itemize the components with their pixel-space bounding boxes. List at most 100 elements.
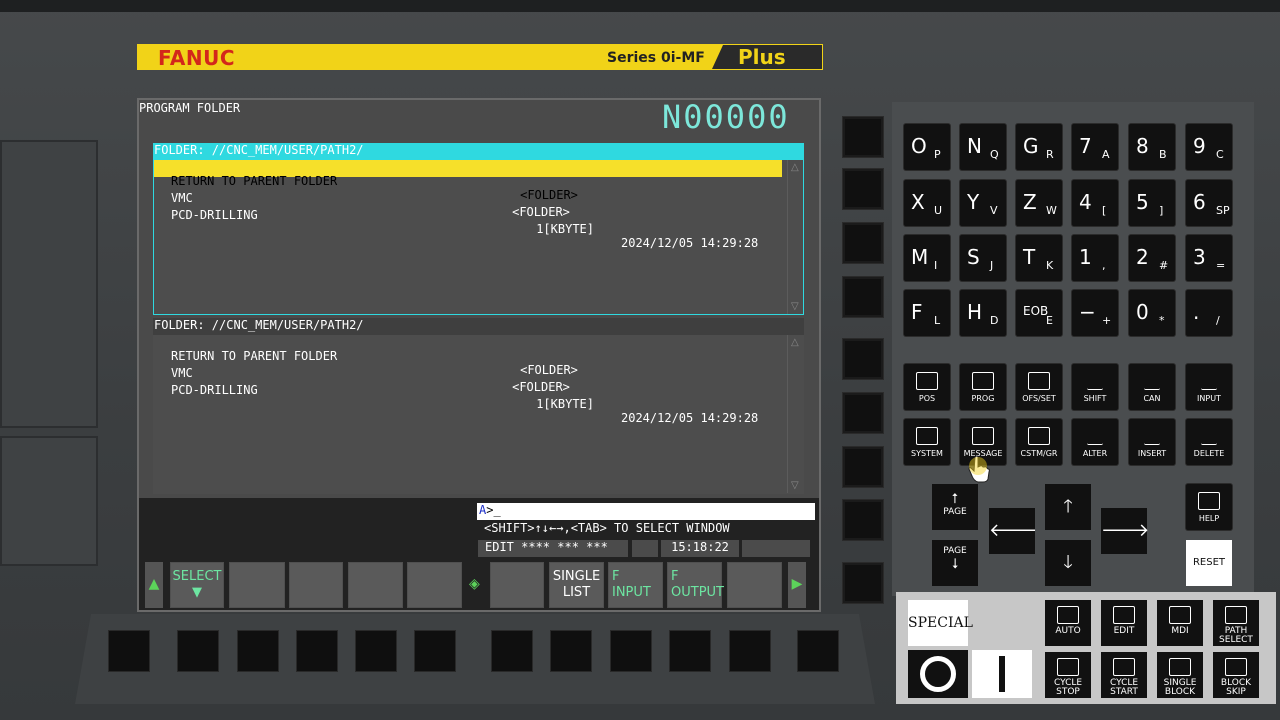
- softkey-empty[interactable]: [490, 562, 544, 608]
- physical-softkey[interactable]: [797, 630, 839, 672]
- ofs-set-button[interactable]: OFS/SET: [1016, 364, 1062, 410]
- softkey-empty[interactable]: [348, 562, 403, 608]
- key-secondary: U: [934, 204, 943, 217]
- address-key[interactable]: SJ: [960, 235, 1006, 281]
- list-item[interactable]: RETURN TO PARENT FOLDER <FOLDER>: [154, 335, 782, 377]
- softkey-empty[interactable]: [407, 562, 462, 608]
- list-item[interactable]: VMC <FOLDER>: [154, 352, 782, 394]
- softkey-empty[interactable]: [727, 562, 782, 608]
- address-key[interactable]: MI: [904, 235, 950, 281]
- vertical-softkey[interactable]: [842, 338, 884, 380]
- list-item[interactable]: PCD-DRILLING 1[KBYTE] 2024/12/05 14:29:2…: [154, 369, 782, 425]
- address-key[interactable]: 3 =: [1186, 235, 1232, 281]
- address-key[interactable]: 5]: [1129, 180, 1175, 226]
- address-key[interactable]: YV: [960, 180, 1006, 226]
- page-down-button[interactable]: PAGE ⭣: [932, 540, 978, 586]
- address-key[interactable]: 9C: [1186, 124, 1232, 170]
- list-item[interactable]: RETURN TO PARENT FOLDER <FOLDER>: [154, 160, 782, 202]
- cstm-gr-button[interactable]: CSTM/GR: [1016, 419, 1062, 465]
- physical-softkey[interactable]: [491, 630, 533, 672]
- scroll-up-icon[interactable]: △: [791, 162, 799, 173]
- physical-softkey[interactable]: [177, 630, 219, 672]
- address-key[interactable]: ZW: [1016, 180, 1062, 226]
- vertical-softkey[interactable]: [842, 446, 884, 488]
- address-key[interactable]: OP: [904, 124, 950, 170]
- address-key[interactable]: 1,: [1072, 235, 1118, 281]
- vertical-softkey[interactable]: [842, 392, 884, 434]
- address-key[interactable]: 6 SP: [1186, 180, 1232, 226]
- scrollbar[interactable]: △ ▽: [787, 335, 803, 493]
- softkey-next-icon[interactable]: ▶: [788, 562, 806, 608]
- delete-button[interactable]: DELETE: [1186, 419, 1232, 465]
- address-key[interactable]: XU: [904, 180, 950, 226]
- can-button[interactable]: CAN: [1129, 364, 1175, 410]
- address-key[interactable]: . /: [1186, 290, 1232, 336]
- address-key[interactable]: TK: [1016, 235, 1062, 281]
- auto-button[interactable]: AUTO: [1045, 600, 1091, 646]
- physical-softkey[interactable]: [296, 630, 338, 672]
- vertical-softkey[interactable]: [842, 276, 884, 318]
- pos-button[interactable]: POS: [904, 364, 950, 410]
- reset-button[interactable]: RESET: [1186, 540, 1232, 586]
- address-key[interactable]: FL: [904, 290, 950, 336]
- block-skip-button[interactable]: BLOCK SKIP: [1213, 652, 1259, 698]
- address-key[interactable]: GR: [1016, 124, 1062, 170]
- address-key[interactable]: 2 #: [1129, 235, 1175, 281]
- address-key[interactable]: 7A: [1072, 124, 1118, 170]
- command-input[interactable]: A>_: [477, 503, 815, 520]
- softkey-empty[interactable]: [289, 562, 343, 608]
- cursor-left-button[interactable]: 🡐: [989, 508, 1037, 554]
- physical-softkey[interactable]: [669, 630, 711, 672]
- vertical-softkey[interactable]: [842, 562, 884, 604]
- softkey-up-icon[interactable]: ▲: [145, 562, 163, 608]
- softkey-f-input[interactable]: F INPUT: [608, 562, 663, 608]
- list-item[interactable]: VMC <FOLDER>: [154, 177, 782, 219]
- scroll-down-icon[interactable]: ▽: [791, 480, 799, 491]
- cycle-stop-button[interactable]: CYCLE STOP: [1045, 652, 1091, 698]
- scroll-up-icon[interactable]: △: [791, 337, 799, 348]
- prog-button[interactable]: PROG: [960, 364, 1006, 410]
- physical-softkey[interactable]: [355, 630, 397, 672]
- list-item[interactable]: PCD-DRILLING 1[KBYTE] 2024/12/05 14:29:2…: [154, 194, 782, 250]
- physical-softkey[interactable]: [108, 630, 150, 672]
- address-key[interactable]: EOB E: [1016, 290, 1062, 336]
- alter-button[interactable]: ALTER: [1072, 419, 1118, 465]
- vertical-softkey[interactable]: [842, 222, 884, 264]
- cycle-start-button[interactable]: CYCLE START: [1101, 652, 1147, 698]
- scroll-down-icon[interactable]: ▽: [791, 301, 799, 312]
- softkey-f-output[interactable]: F OUTPUT: [667, 562, 724, 608]
- cursor-down-button[interactable]: 🡓: [1045, 540, 1091, 586]
- scrollbar[interactable]: △ ▽: [787, 160, 803, 314]
- physical-softkey[interactable]: [237, 630, 279, 672]
- address-key[interactable]: HD: [960, 290, 1006, 336]
- cursor-up-button[interactable]: 🡑: [1045, 484, 1091, 530]
- key-primary: 2: [1136, 245, 1149, 269]
- physical-softkey[interactable]: [550, 630, 592, 672]
- physical-softkey[interactable]: [610, 630, 652, 672]
- path-select-button[interactable]: PATH SELECT: [1213, 600, 1259, 646]
- layers-icon[interactable]: ◈: [469, 576, 480, 592]
- vertical-softkey[interactable]: [842, 116, 884, 158]
- system-button[interactable]: SYSTEM: [904, 419, 950, 465]
- softkey-empty[interactable]: [229, 562, 285, 608]
- address-key[interactable]: 8B: [1129, 124, 1175, 170]
- mdi-button[interactable]: MDI: [1157, 600, 1203, 646]
- cursor-right-button[interactable]: 🡒: [1101, 508, 1149, 554]
- address-key[interactable]: 4[: [1072, 180, 1118, 226]
- softkey-single-list[interactable]: SINGLE LIST: [549, 562, 604, 608]
- page-up-button[interactable]: ⭡ PAGE: [932, 484, 978, 530]
- single-block-button[interactable]: SINGLE BLOCK: [1157, 652, 1203, 698]
- physical-softkey[interactable]: [729, 630, 771, 672]
- help-button[interactable]: HELP: [1186, 484, 1232, 530]
- vertical-softkey[interactable]: [842, 168, 884, 210]
- softkey-select[interactable]: SELECT ▼: [170, 562, 224, 608]
- shift-button[interactable]: SHIFT: [1072, 364, 1118, 410]
- address-key[interactable]: NQ: [960, 124, 1006, 170]
- vertical-softkey[interactable]: [842, 499, 884, 541]
- address-key[interactable]: − +: [1072, 290, 1118, 336]
- edit-button[interactable]: EDIT: [1101, 600, 1147, 646]
- physical-softkey[interactable]: [414, 630, 456, 672]
- insert-button[interactable]: INSERT: [1129, 419, 1175, 465]
- input-button[interactable]: INPUT: [1186, 364, 1232, 410]
- address-key[interactable]: 0 *: [1129, 290, 1175, 336]
